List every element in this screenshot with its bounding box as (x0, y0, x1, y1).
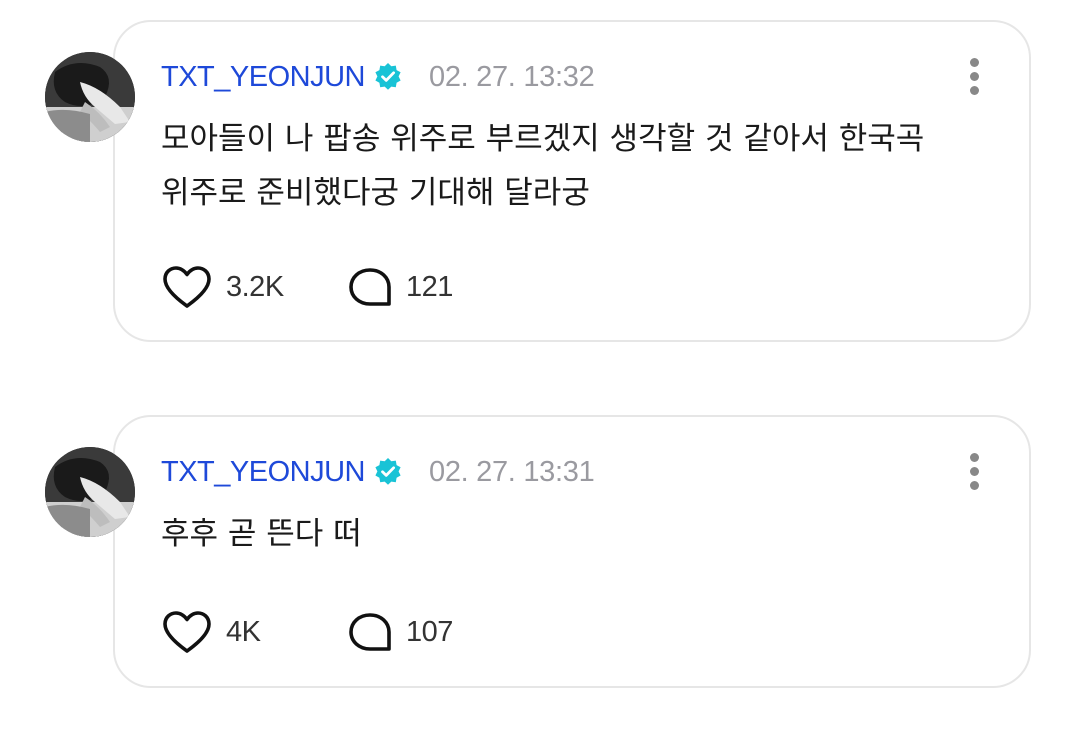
username[interactable]: TXT_YEONJUN (161, 456, 365, 489)
comment-button[interactable]: 107 (347, 611, 453, 653)
comment-count: 107 (406, 615, 453, 648)
post-timestamp: 02. 27. 13:32 (428, 60, 595, 93)
comment-button[interactable]: 121 (347, 266, 453, 308)
like-button[interactable]: 3.2K (161, 264, 347, 310)
heart-outline-icon (163, 266, 211, 308)
avatar[interactable] (45, 447, 135, 537)
post-header: TXT_YEONJUN 02. 27. 13:32 (161, 60, 595, 94)
more-options-icon[interactable] (965, 58, 985, 96)
comment-count: 121 (406, 270, 453, 303)
post-card[interactable]: TXT_YEONJUN 02. 27. 13:31 후후 곧 뜬다 떠 4K 1… (113, 415, 1031, 688)
post-actions: 3.2K 121 (161, 264, 453, 310)
post-text: 모아들이 나 팝송 위주로 부르겠지 생각할 것 같아서 한국곡 위주로 준비했… (161, 121, 925, 211)
post-timestamp: 02. 27. 13:31 (428, 455, 595, 488)
heart-outline-icon (163, 611, 211, 653)
post-feed: TXT_YEONJUN 02. 27. 13:32 모아들이 나 팝송 위주로 … (0, 0, 1080, 736)
verified-badge-icon (373, 62, 403, 92)
username[interactable]: TXT_YEONJUN (161, 61, 365, 94)
like-count: 3.2K (226, 270, 284, 303)
post-card[interactable]: TXT_YEONJUN 02. 27. 13:32 모아들이 나 팝송 위주로 … (113, 20, 1031, 342)
like-count: 4K (226, 615, 261, 648)
like-button[interactable]: 4K (161, 609, 347, 655)
verified-badge-icon (373, 457, 403, 487)
avatar[interactable] (45, 52, 135, 142)
speech-bubble-outline-icon (349, 613, 391, 651)
more-options-icon[interactable] (965, 453, 985, 491)
post-header: TXT_YEONJUN 02. 27. 13:31 (161, 455, 595, 489)
speech-bubble-outline-icon (349, 268, 391, 306)
post-text: 후후 곧 뜬다 떠 (161, 516, 362, 552)
post-actions: 4K 107 (161, 609, 453, 655)
